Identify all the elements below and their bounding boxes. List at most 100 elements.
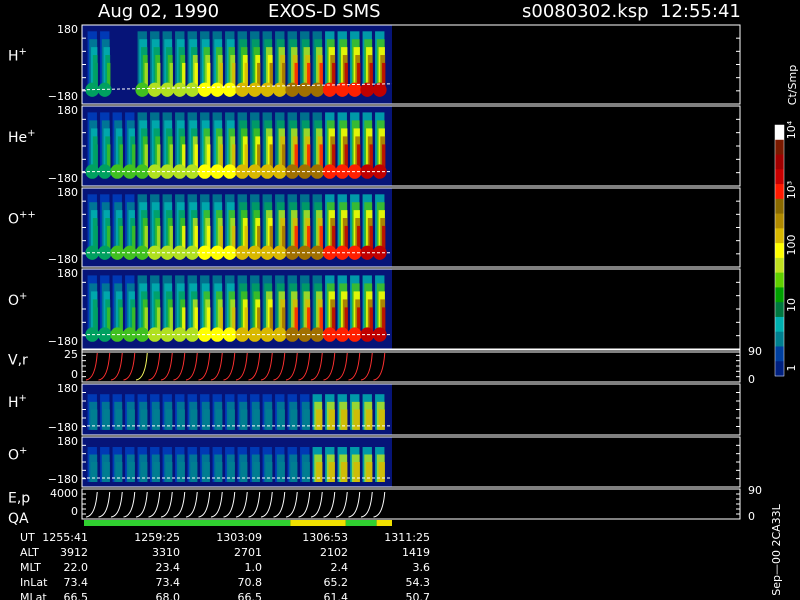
footer-cell: 66.5: [64, 591, 89, 600]
footer-cell: 22.0: [64, 561, 89, 574]
colorbar-swatch: [775, 287, 784, 303]
beam-band: [378, 409, 385, 430]
panel-label-sup: ++: [19, 210, 36, 221]
footer-row-name: MLat: [20, 591, 47, 600]
beam-band: [253, 409, 260, 430]
colorbar-swatch: [775, 302, 784, 318]
panel-5: H+180 −180: [8, 382, 741, 436]
crescent-mark: [135, 82, 150, 97]
y-tick-label-bottom: −180: [48, 172, 78, 185]
beam-band: [228, 409, 235, 430]
beam-band: [366, 462, 373, 482]
colorbar-swatch: [775, 272, 784, 288]
panel-label: E,p: [8, 491, 30, 507]
beam-band: [341, 409, 348, 430]
header-instrument: EXOS-D SMS: [268, 1, 381, 22]
colorbar-tick-label: 10: [785, 298, 798, 312]
colorbar-tick-label: 10⁴: [785, 120, 798, 139]
beam-band: [216, 462, 223, 482]
side-label: Sep—00 2CA33L: [770, 503, 783, 595]
crescent-mark: [172, 82, 187, 97]
colorbar-swatch: [775, 125, 784, 141]
crescent-mark: [185, 82, 200, 97]
beam-band: [141, 462, 148, 482]
colorbar-swatch: [775, 169, 784, 185]
beam-band: [116, 462, 123, 482]
footer-row-name: UT: [20, 531, 35, 544]
beam-band: [141, 409, 148, 430]
crescent-mark: [285, 82, 300, 97]
panel-label-text: H: [8, 49, 19, 65]
beam-band: [91, 462, 98, 482]
y-tick-label-top: 180: [57, 23, 78, 36]
footer-cell: 66.5: [238, 591, 263, 600]
panel-3: O+180 −180: [8, 267, 741, 350]
header-date: Aug 02, 1990: [98, 1, 219, 22]
beam-band: [303, 409, 310, 430]
colorbar-tick-label: 100: [785, 235, 798, 256]
beam-band: [166, 409, 173, 430]
y-tick-label-bottom: −180: [48, 90, 78, 103]
beam-band: [266, 409, 273, 430]
qa-segment: [345, 520, 377, 526]
colorbar-swatch: [775, 316, 784, 333]
beam-band: [178, 409, 185, 430]
crescent-mark: [210, 82, 225, 97]
footer-cell: 3.6: [413, 561, 431, 574]
footer-cell: 1419: [402, 546, 430, 559]
panel-label-2: QA: [8, 511, 29, 527]
beam-band: [353, 409, 360, 430]
qa-segment: [290, 520, 346, 526]
beam-band: [378, 462, 385, 482]
crescent-mark: [297, 82, 312, 97]
beam-band: [353, 462, 360, 482]
beam-band: [341, 462, 348, 482]
footer-row-name: InLat: [20, 576, 48, 589]
qa-bar: [84, 520, 392, 526]
y-tick-label-bottom: 0: [71, 505, 78, 518]
colorbar-swatch: [775, 198, 784, 215]
footer-cell: 61.4: [324, 591, 349, 600]
panels-group: H+180−180He+180−180O++180−180O+180−180V,…: [8, 23, 762, 527]
footer-cell: 3310: [152, 546, 180, 559]
beam-band: [128, 409, 135, 430]
beam-band: [103, 462, 110, 482]
footer-cell: 68.0: [156, 591, 181, 600]
footer-cell: 23.4: [156, 561, 181, 574]
beam-band: [241, 409, 248, 430]
y-tick-label-bottom: 0: [71, 368, 78, 381]
header-file: s0080302.ksp: [522, 1, 649, 22]
crescent-mark: [197, 82, 212, 97]
y-tick-label-bottom: −180: [48, 473, 78, 486]
footer-cell: 1255:41: [42, 531, 88, 544]
y-tick-label-top: 180: [57, 104, 78, 117]
sms-spectrogram-figure: Aug 02, 1990 EXOS-D SMS s0080302.ksp 12:…: [0, 0, 800, 600]
footer-cell: 1303:09: [216, 531, 262, 544]
colorbar-unit-label: Ct/Smp: [786, 65, 799, 105]
panel-label-text: E,p: [8, 491, 30, 507]
beam-band: [153, 462, 160, 482]
y-tick-label-bottom: −180: [48, 335, 78, 348]
beam-band: [203, 462, 210, 482]
panel-2: O++ 180 −180: [8, 186, 741, 268]
beam-band: [103, 409, 110, 430]
footer-cell: 54.3: [406, 576, 431, 589]
colorbar-swatch: [775, 184, 784, 200]
beam-band: [328, 409, 335, 430]
beam-band: [91, 409, 98, 430]
panel-label: V,r: [8, 352, 28, 368]
beam-band: [278, 409, 285, 430]
beam-band: [316, 462, 323, 482]
colorbar-swatch: [775, 257, 784, 274]
footer-cell: 1311:25: [384, 531, 430, 544]
beam-band: [266, 462, 273, 482]
panel-label-text: O: [8, 293, 19, 309]
crescent-mark: [160, 82, 175, 97]
panel-label-sup: +: [19, 291, 27, 302]
beam-band: [116, 409, 123, 430]
colorbar-tick-label: 1: [785, 365, 798, 372]
panel-label-text: O: [8, 212, 19, 228]
footer-cell: 1306:53: [302, 531, 348, 544]
right-tick-label-top: 90: [748, 484, 762, 497]
panel-0: H+180 −180: [8, 23, 741, 105]
